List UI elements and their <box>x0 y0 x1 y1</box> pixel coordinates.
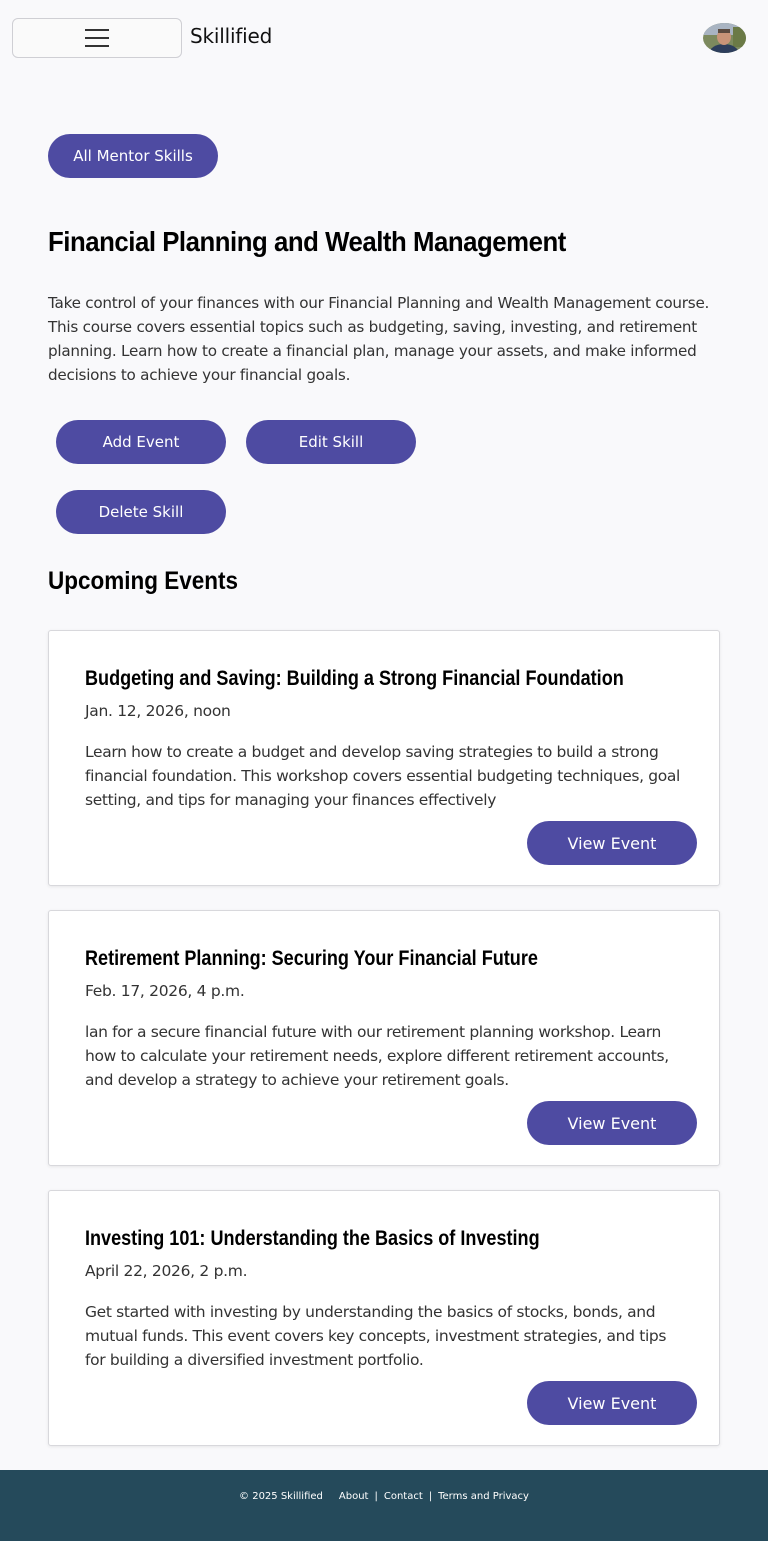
view-event-button[interactable]: View Event <box>527 1381 697 1425</box>
view-event-button[interactable]: View Event <box>527 821 697 865</box>
footer-separator: | <box>374 1491 378 1502</box>
footer-terms-link[interactable]: Terms and Privacy <box>438 1491 529 1502</box>
user-avatar[interactable] <box>703 23 746 53</box>
event-card: Budgeting and Saving: Building a Strong … <box>48 630 720 886</box>
event-title: Investing 101: Understanding the Basics … <box>85 1227 540 1250</box>
edit-skill-button[interactable]: Edit Skill <box>246 420 416 464</box>
footer-copyright: © 2025 Skillified <box>239 1491 323 1502</box>
brand-name[interactable]: Skillified <box>190 24 272 48</box>
footer-contact-link[interactable]: Contact <box>384 1491 423 1502</box>
add-event-button[interactable]: Add Event <box>56 420 226 464</box>
event-title: Retirement Planning: Securing Your Finan… <box>85 947 538 970</box>
skill-title: Financial Planning and Wealth Management <box>48 226 566 257</box>
footer-separator: | <box>428 1491 433 1502</box>
menu-toggle-button[interactable] <box>12 18 182 58</box>
event-description: lan for a secure financial future with o… <box>85 1023 669 1089</box>
page-footer: © 2025 Skillified About | Contact | Term… <box>0 1470 768 1541</box>
event-card: Investing 101: Understanding the Basics … <box>48 1190 720 1446</box>
event-card: Retirement Planning: Securing Your Finan… <box>48 910 720 1166</box>
event-date: April 22, 2026, 2 p.m. <box>85 1262 248 1280</box>
event-date: Feb. 17, 2026, 4 p.m. <box>85 982 245 1000</box>
view-event-button[interactable]: View Event <box>527 1101 697 1145</box>
top-navbar: Skillified <box>0 0 768 76</box>
hamburger-menu-icon <box>85 29 109 47</box>
event-description: Learn how to create a budget and develop… <box>85 743 680 809</box>
event-description: Get started with investing by understand… <box>85 1303 667 1369</box>
all-mentor-skills-button[interactable]: All Mentor Skills <box>48 134 218 178</box>
avatar-photo-icon <box>703 23 746 53</box>
footer-about-link[interactable]: About <box>339 1491 369 1502</box>
skill-description: Take control of your finances with our F… <box>48 294 710 384</box>
delete-skill-button[interactable]: Delete Skill <box>56 490 226 534</box>
upcoming-events-heading: Upcoming Events <box>48 567 239 595</box>
event-date: Jan. 12, 2026, noon <box>85 702 231 720</box>
event-title: Budgeting and Saving: Building a Strong … <box>85 667 624 690</box>
